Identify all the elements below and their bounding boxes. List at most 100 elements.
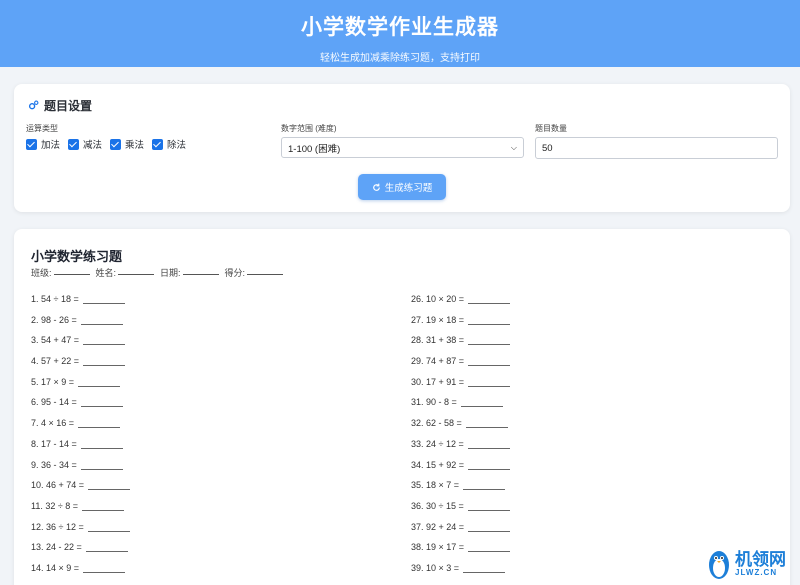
problem-item: 14. 14 × 9 =	[31, 563, 130, 584]
problem-item: 12. 36 ÷ 12 =	[31, 522, 130, 543]
name-blank	[118, 266, 155, 275]
watermark-sub: JLWZ.CN	[735, 567, 778, 577]
generate-button-label: 生成练习题	[384, 183, 433, 194]
answer-blank	[468, 294, 511, 304]
multiplication-checkbox[interactable]	[110, 138, 122, 150]
problem-item: 35. 18 × 7 =	[411, 480, 510, 501]
problem-item: 34. 15 + 92 =	[411, 460, 511, 481]
op-addition[interactable]: 加法	[26, 137, 60, 151]
addition-label: 加法	[41, 140, 61, 151]
answer-blank	[465, 418, 508, 429]
worksheet-info: 班级: 姓名: 日期: 得分:	[31, 266, 287, 279]
app-header: 小学数学作业生成器 轻松生成加减乘除练习题，支持打印	[0, 0, 800, 67]
chevron-down-icon: ⌵	[510, 142, 517, 152]
settings-panel: 题目设置 运算类型 加法 减法 乘法 除法 数字范围 (难度) 1-100 (困…	[14, 84, 790, 212]
count-input[interactable]: 50	[535, 137, 778, 159]
answer-blank	[463, 563, 506, 573]
answer-blank	[88, 480, 131, 491]
subtraction-checkbox[interactable]	[68, 138, 80, 150]
settings-heading: 题目设置	[28, 97, 92, 114]
op-multiplication[interactable]: 乘法	[110, 137, 144, 151]
worksheet: 小学数学练习题 班级: 姓名: 日期: 得分: 1. 54 ÷ 18 = 2. …	[14, 229, 790, 585]
problem-item: 1. 54 ÷ 18 =	[31, 294, 130, 315]
answer-blank	[468, 356, 511, 367]
settings-title: 题目设置	[44, 99, 93, 113]
date-blank	[182, 266, 219, 275]
answer-blank	[468, 460, 511, 470]
answer-blank	[85, 542, 128, 553]
answer-blank	[463, 480, 506, 491]
page-subtitle: 轻松生成加减乘除练习题，支持打印	[320, 53, 480, 64]
problem-item: 2. 98 - 26 =	[31, 315, 130, 336]
problem-item: 3. 54 + 47 =	[31, 335, 130, 356]
problem-item: 26. 10 × 20 =	[411, 294, 511, 315]
answer-blank	[87, 522, 130, 532]
problem-item: 10. 46 + 74 =	[31, 480, 131, 501]
problem-item: 30. 17 + 91 =	[411, 377, 511, 398]
problem-item: 29. 74 + 87 =	[411, 356, 511, 377]
answer-blank	[467, 501, 510, 511]
penguin-logo-icon	[709, 551, 729, 579]
op-division[interactable]: 除法	[152, 137, 186, 151]
count-label: 题目数量	[535, 124, 567, 133]
problems-left-column: 1. 54 ÷ 18 = 2. 98 - 26 = 3. 54 + 47 = 4…	[31, 294, 131, 584]
answer-blank	[80, 315, 123, 325]
answer-blank	[468, 335, 511, 346]
date-label: 日期:	[160, 268, 181, 278]
watermark-text: 机领网 JLWZ.CN	[735, 549, 786, 577]
worksheet-title: 小学数学练习题	[31, 249, 123, 264]
name-label: 姓名:	[95, 268, 117, 278]
problem-item: 6. 95 - 14 =	[31, 397, 130, 418]
answer-blank	[80, 397, 123, 408]
operation-options: 加法 减法 乘法 除法	[26, 137, 194, 151]
problem-item: 38. 19 × 17 =	[411, 542, 511, 563]
problem-item: 13. 24 - 22 =	[31, 542, 130, 563]
site-watermark: 机领网 JLWZ.CN	[706, 546, 798, 582]
problem-item: 33. 24 ÷ 12 =	[411, 439, 510, 460]
subtraction-label: 减法	[83, 140, 103, 151]
problem-item: 28. 31 + 38 =	[411, 335, 511, 356]
division-label: 除法	[167, 140, 187, 151]
multiplication-label: 乘法	[125, 140, 145, 151]
refresh-icon	[372, 183, 380, 191]
class-label: 班级:	[31, 268, 52, 278]
answer-blank	[80, 460, 123, 470]
watermark-main: 机领网	[735, 549, 786, 570]
answer-blank	[468, 315, 511, 325]
problem-item: 36. 30 ÷ 15 =	[411, 501, 510, 522]
problem-item: 32. 62 - 58 =	[411, 418, 510, 439]
op-subtraction[interactable]: 减法	[68, 137, 102, 151]
problem-item: 7. 4 × 16 =	[31, 418, 130, 439]
answer-blank	[468, 377, 511, 387]
problem-item: 27. 19 × 18 =	[411, 315, 511, 336]
addition-checkbox[interactable]	[26, 138, 37, 150]
answer-blank	[78, 377, 121, 387]
answer-blank	[78, 418, 121, 429]
answer-blank	[82, 501, 125, 511]
answer-blank	[468, 542, 511, 553]
problem-item: 11. 32 ÷ 8 =	[31, 501, 130, 522]
answer-blank	[460, 397, 503, 408]
answer-blank	[83, 335, 126, 346]
generate-button[interactable]: 生成练习题	[358, 174, 446, 200]
answer-blank	[83, 356, 126, 367]
answer-blank	[468, 522, 511, 532]
page-title: 小学数学作业生成器	[301, 15, 499, 39]
answer-blank	[80, 439, 123, 449]
score-label: 得分:	[224, 268, 246, 278]
problem-item: 5. 17 × 9 =	[31, 377, 130, 398]
gear-icon	[28, 100, 39, 110]
answer-blank	[83, 563, 126, 573]
range-label: 数字范围 (难度)	[281, 124, 337, 133]
range-select-value: 1-100 (困难)	[288, 143, 341, 155]
problem-item: 4. 57 + 22 =	[31, 356, 130, 377]
problem-item: 9. 36 - 34 =	[31, 460, 130, 481]
division-checkbox[interactable]	[152, 138, 164, 150]
class-blank	[53, 266, 90, 275]
answer-blank	[82, 294, 125, 304]
problem-item: 31. 90 - 8 =	[411, 397, 510, 418]
problems-right-column: 26. 10 × 20 = 27. 19 × 18 = 28. 31 + 38 …	[411, 294, 511, 584]
range-select[interactable]: 1-100 (困难) ⌵	[281, 137, 524, 158]
problem-item: 39. 10 × 3 =	[411, 563, 510, 584]
problem-item: 8. 17 - 14 =	[31, 439, 130, 460]
